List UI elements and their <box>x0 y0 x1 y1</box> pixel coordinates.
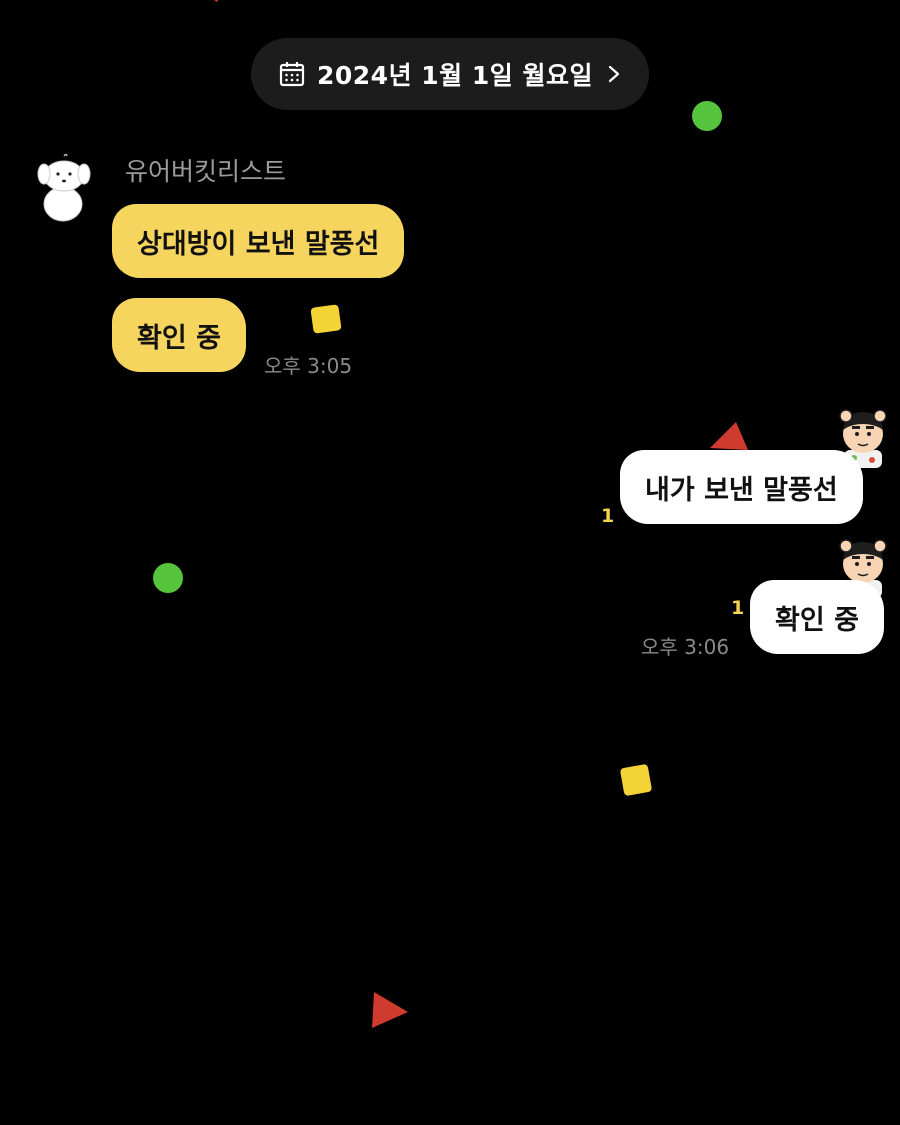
confetti-red-triangle <box>214 0 218 2</box>
unread-count: 1 <box>731 597 745 619</box>
incoming-message-bubble[interactable]: 상대방이 보낸 말풍선 <box>112 204 405 278</box>
confetti-yellow-square <box>620 764 652 796</box>
incoming-timestamp: 오후 3:05 <box>264 354 353 378</box>
confetti-red-triangle <box>710 422 748 450</box>
unread-count: 1 <box>601 505 615 527</box>
confetti-green-dot <box>153 563 183 593</box>
date-label: 2024년 1월 1일 월요일 <box>317 61 593 90</box>
date-header-pill[interactable]: 2024년 1월 1일 월요일 <box>251 38 649 110</box>
confetti-yellow-square <box>310 304 342 334</box>
sender-name: 유어버킷리스트 <box>125 157 287 186</box>
outgoing-message-bubble[interactable]: 내가 보낸 말풍선 <box>620 450 863 524</box>
calendar-icon <box>279 62 305 87</box>
outgoing-timestamp: 오후 3:06 <box>641 635 730 659</box>
incoming-message-bubble[interactable]: 확인 중 <box>112 298 246 372</box>
outgoing-message-bubble[interactable]: 확인 중 <box>750 580 884 654</box>
confetti-green-dot <box>692 101 722 131</box>
chevron-right-icon <box>608 65 620 83</box>
confetti-red-triangle <box>372 992 408 1028</box>
sender-avatar[interactable] <box>34 152 96 224</box>
